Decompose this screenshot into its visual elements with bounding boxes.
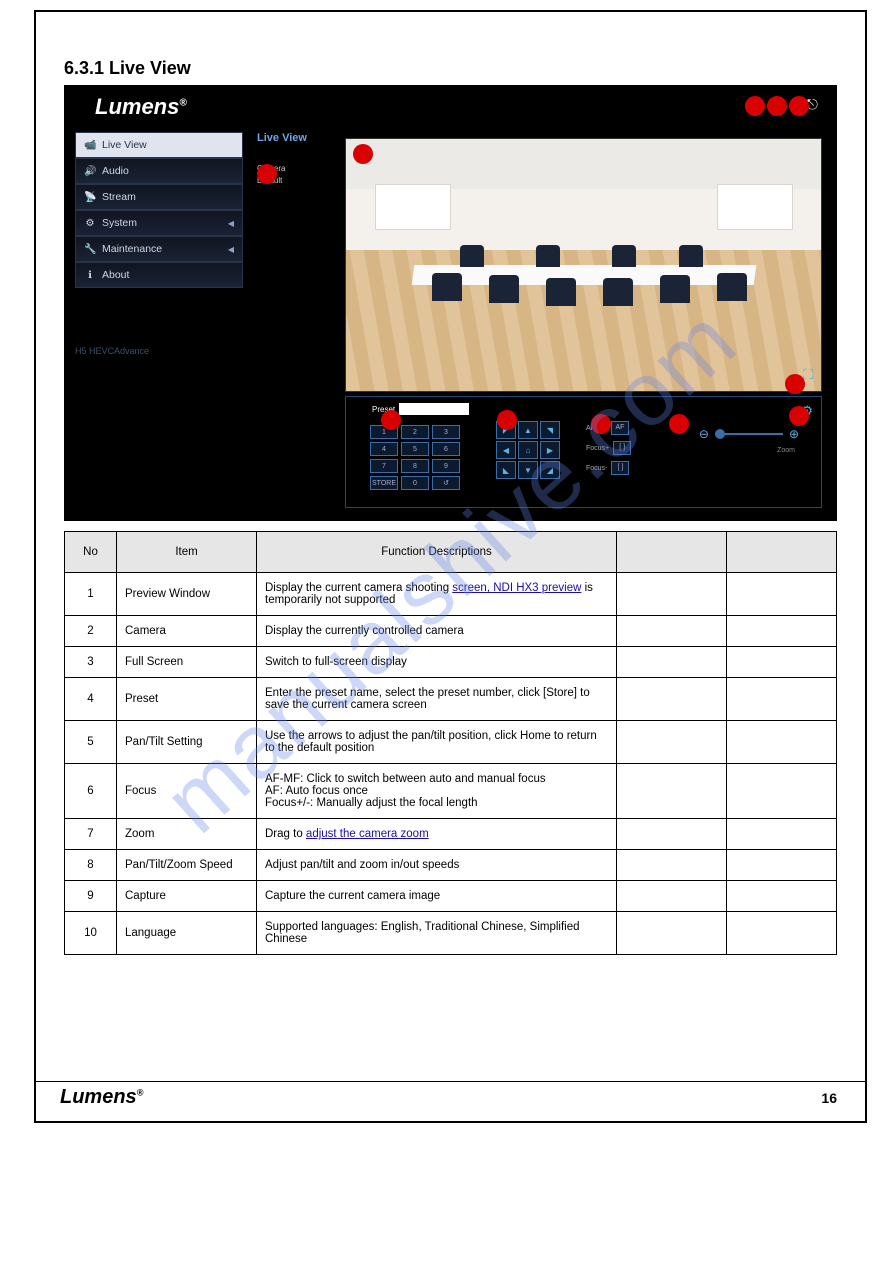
ptz-down-right[interactable]: ◢ [540, 461, 560, 479]
preset-input[interactable] [399, 403, 469, 415]
app-screenshot: Lumens® EN ⏻ ⎋ 📹Live View🔊Audio📡Stream⚙S… [64, 85, 837, 521]
preview-window[interactable]: ⛶ [345, 138, 822, 392]
nav-audio[interactable]: 🔊Audio [75, 158, 243, 184]
zoom-out-icon[interactable]: ⊖ [699, 427, 709, 441]
nav-stream[interactable]: 📡Stream [75, 184, 243, 210]
link-text[interactable]: adjust the camera zoom [306, 828, 429, 840]
key-2[interactable]: 2 [401, 425, 429, 439]
ptz-up[interactable]: ▲ [518, 421, 538, 439]
callout-3 [785, 374, 805, 394]
page-footer: Lumens® 16 [36, 1081, 865, 1109]
preset-keypad: 123456789STORE0↺ [370, 425, 460, 490]
nav-live-view-icon: 📹 [84, 140, 96, 151]
callout-6 [591, 414, 611, 434]
key-3[interactable]: 3 [432, 425, 460, 439]
focus-minus-button[interactable]: [ ] [611, 461, 629, 475]
key-8[interactable]: 8 [401, 459, 429, 473]
table-row: 4PresetEnter the preset name, select the… [65, 678, 837, 721]
nav-live-view[interactable]: 📹Live View [75, 132, 243, 158]
key-4[interactable]: 4 [370, 442, 398, 456]
af-button[interactable]: AF [611, 421, 629, 435]
content-title: Live View [257, 132, 307, 144]
page-frame: manualshive.com 6.3.1 Live View Lumens® … [34, 10, 867, 1123]
table-row: 10LanguageSupported languages: English, … [65, 912, 837, 955]
ptz-left[interactable]: ◀ [496, 441, 516, 459]
ptz-down-left[interactable]: ◣ [496, 461, 516, 479]
key-6[interactable]: 6 [432, 442, 460, 456]
ptz-down[interactable]: ▼ [518, 461, 538, 479]
table-row: 8Pan/Tilt/Zoom SpeedAdjust pan/tilt and … [65, 850, 837, 881]
callout-1 [353, 144, 373, 164]
ptz-home[interactable]: ⌂ [518, 441, 538, 459]
table-row: 1Preview WindowDisplay the current camer… [65, 573, 837, 616]
key-9[interactable]: 9 [432, 459, 460, 473]
section-heading: 6.3.1 Live View [64, 58, 865, 79]
callout-4 [381, 410, 401, 430]
callout-2 [257, 164, 277, 184]
nav-system[interactable]: ⚙System◀ [75, 210, 243, 236]
key-↺[interactable]: ↺ [432, 476, 460, 490]
nav-stream-icon: 📡 [84, 192, 96, 203]
nav-about[interactable]: ℹAbout [75, 262, 243, 288]
focus-plus-button[interactable]: [ ] [613, 441, 631, 455]
key-store[interactable]: STORE [370, 476, 398, 490]
nav-maintenance[interactable]: 🔧Maintenance◀ [75, 236, 243, 262]
nav-about-icon: ℹ [84, 270, 96, 281]
key-5[interactable]: 5 [401, 442, 429, 456]
zoom-in-icon[interactable]: ⊕ [789, 427, 799, 441]
footer-logo: Lumens® [60, 1086, 143, 1109]
nav-audio-icon: 🔊 [84, 166, 96, 177]
key-0[interactable]: 0 [401, 476, 429, 490]
nav-system-icon: ⚙ [84, 218, 96, 229]
zoom-label: Zoom [777, 447, 795, 454]
table-row: 9CaptureCapture the current camera image [65, 881, 837, 912]
control-panel: Preset 123456789STORE0↺ ◤ ▲ ◥ ◀ ⌂ ▶ ◣ ▼ … [345, 396, 822, 508]
key-7[interactable]: 7 [370, 459, 398, 473]
ptz-up-right[interactable]: ◥ [540, 421, 560, 439]
table-row: 3Full ScreenSwitch to full-screen displa… [65, 647, 837, 678]
sidebar: 📹Live View🔊Audio📡Stream⚙System◀🔧Maintena… [75, 132, 243, 288]
table-row: 6FocusAF-MF: Click to switch between aut… [65, 764, 837, 819]
table-row: 2CameraDisplay the currently controlled … [65, 616, 837, 647]
description-table: NoItemFunction Descriptions 1Preview Win… [64, 531, 837, 955]
nav-maintenance-icon: 🔧 [84, 244, 96, 255]
page-number: 16 [821, 1090, 837, 1106]
callout-8 [789, 406, 809, 426]
preset-row: Preset [372, 403, 811, 415]
callout-11 [767, 96, 787, 116]
callout-7 [669, 414, 689, 434]
table-row: 5Pan/Tilt SettingUse the arrows to adjus… [65, 721, 837, 764]
link-text[interactable]: screen, NDI HX3 preview [452, 582, 581, 594]
zoom-slider[interactable]: ⊖ ⊕ [699, 427, 799, 441]
callout-5 [497, 410, 517, 430]
table-row: 7ZoomDrag to adjust the camera zoom [65, 819, 837, 850]
ptz-right[interactable]: ▶ [540, 441, 560, 459]
callout-10 [745, 96, 765, 116]
app-logo: Lumens® [95, 94, 187, 120]
hevc-badge: H5 HEVCAdvance [75, 346, 149, 356]
callout-12 [789, 96, 809, 116]
